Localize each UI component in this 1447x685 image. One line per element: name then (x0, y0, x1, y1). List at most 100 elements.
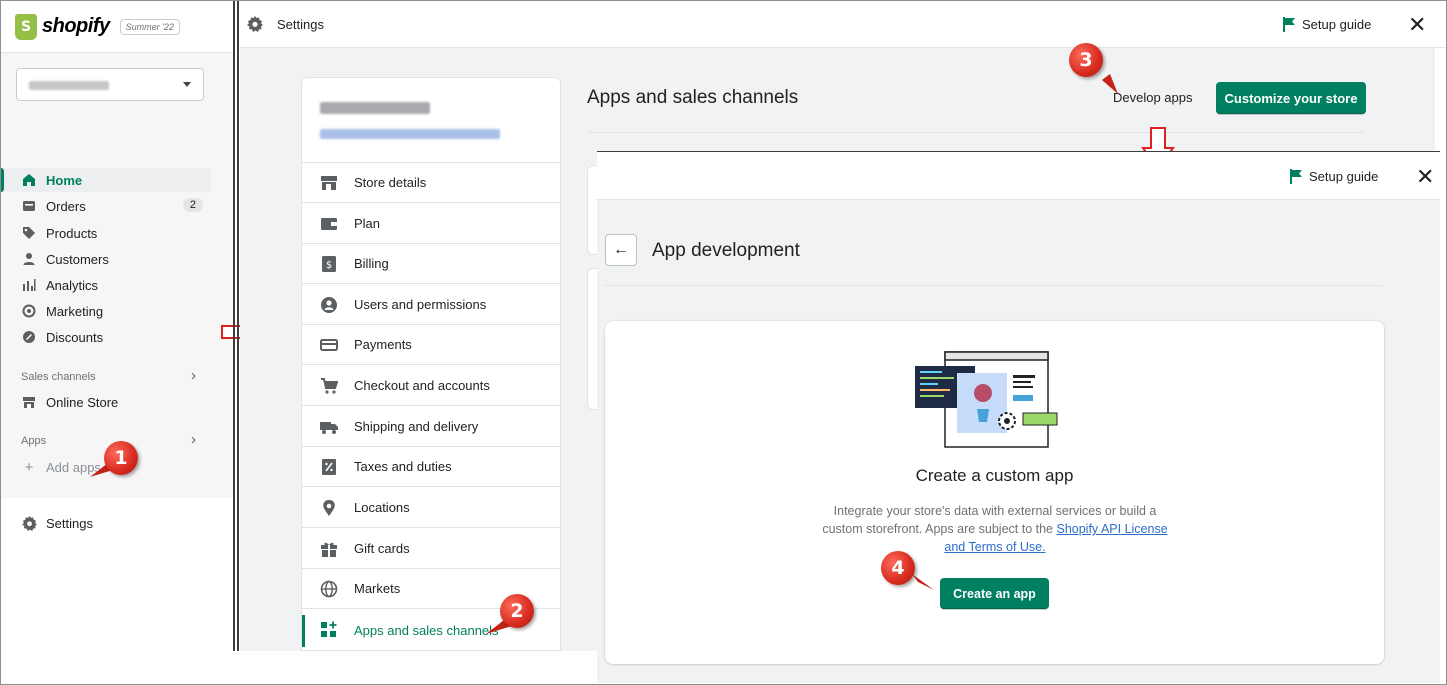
user-circle-icon (319, 295, 339, 315)
flag-icon (1283, 17, 1295, 32)
chevron-right-icon[interactable]: › (191, 367, 196, 384)
nav-item-discounts[interactable]: Discounts (1, 325, 211, 349)
nav-item-marketing[interactable]: Marketing (1, 299, 211, 323)
step-marker-1: 1 (104, 441, 138, 475)
admin-header: shopify Summer '22 (1, 1, 233, 53)
overlay-topbar: Setup guide ✕ (597, 152, 1440, 200)
brand-logo[interactable]: shopify (42, 15, 110, 38)
nav-label: Marketing (46, 303, 104, 319)
shopify-bag-icon (15, 13, 37, 40)
setup-guide-link[interactable]: Setup guide (1282, 17, 1371, 32)
nav-item-analytics[interactable]: Analytics (1, 273, 211, 297)
settings-menu: Store details Plan $ Billing Users and permi… (301, 77, 561, 651)
store-name-redacted (320, 102, 430, 114)
nav-item-online-store[interactable]: Online Store (1, 390, 211, 414)
settings-menu-item-plan[interactable]: Plan (302, 204, 561, 244)
plus-icon: + (24, 458, 34, 476)
nav-label: Analytics (46, 277, 99, 293)
store-info (302, 78, 560, 163)
orders-count-badge: 2 (182, 198, 203, 212)
nav-label: Home (46, 172, 83, 188)
payments-icon (319, 335, 339, 355)
settings-menu-label: Shipping and delivery (354, 419, 479, 434)
nav-label: Products (46, 225, 98, 241)
app-development-window: Setup guide ✕ ← App development Create a… (597, 151, 1440, 683)
settings-menu-item-billing[interactable]: $ Billing (302, 244, 561, 284)
storefront-icon (21, 394, 37, 410)
admin-sidebar: shopify Summer '22 Home Orders 2 Product… (1, 1, 234, 531)
person-icon (21, 251, 37, 267)
location-pin-icon (319, 498, 339, 518)
gear-icon (247, 16, 263, 35)
globe-icon (319, 579, 339, 599)
store-name-redacted (29, 81, 109, 90)
svg-text:$: $ (326, 260, 332, 271)
settings-menu-label: Payments (354, 337, 412, 352)
store-icon (319, 173, 339, 193)
settings-menu-label: Locations (354, 500, 410, 515)
nav-label: Online Store (46, 394, 119, 410)
page-title: Apps and sales channels (587, 87, 799, 108)
settings-topbar: Settings Setup guide ✕ (240, 1, 1445, 48)
create-app-button[interactable]: Create an app (940, 578, 1049, 609)
cart-icon (319, 376, 339, 396)
settings-menu-item-gift-cards[interactable]: Gift cards (302, 529, 561, 569)
setup-guide-link[interactable]: Setup guide (1289, 169, 1378, 184)
divider-line (233, 1, 235, 651)
nav-item-products[interactable]: Products (1, 221, 211, 245)
step-marker-4: 4 (881, 551, 915, 585)
nav-item-orders[interactable]: Orders 2 (1, 194, 211, 218)
back-button[interactable]: ← (605, 234, 637, 266)
settings-menu-label: Checkout and accounts (354, 378, 490, 393)
nav-label: Settings (46, 515, 93, 531)
apps-grid-icon (319, 620, 339, 640)
gift-icon (319, 539, 339, 559)
tax-icon (319, 457, 339, 477)
close-icon[interactable]: ✕ (1416, 166, 1434, 188)
settings-menu-label: Gift cards (354, 541, 410, 556)
settings-menu-label: Taxes and duties (354, 459, 452, 474)
store-selector[interactable] (16, 68, 204, 101)
nav-item-home[interactable]: Home (1, 168, 211, 192)
settings-menu-label: Apps and sales channels (354, 622, 499, 638)
settings-menu-item-shipping-and-delivery[interactable]: Shipping and delivery (302, 407, 561, 447)
tag-icon (21, 225, 37, 241)
chevron-down-icon (183, 82, 191, 87)
divider (605, 285, 1383, 286)
setup-guide-label: Setup guide (1302, 17, 1372, 32)
orders-icon (21, 198, 37, 214)
settings-menu-label: Markets (354, 581, 401, 596)
target-icon (21, 303, 37, 319)
settings-menu-item-locations[interactable]: Locations (302, 488, 561, 528)
nav-item-settings[interactable]: Settings (1, 511, 211, 535)
nav-item-customers[interactable]: Customers (1, 247, 211, 271)
settings-menu-item-checkout-and-accounts[interactable]: Checkout and accounts (302, 366, 561, 406)
chevron-right-icon[interactable]: › (191, 431, 196, 448)
settings-menu-label: Plan (354, 216, 381, 231)
custom-app-description: Integrate your store's data with externa… (815, 502, 1175, 556)
gear-icon (21, 515, 37, 531)
step-marker-3: 3 (1069, 43, 1103, 77)
sales-channels-heading: Sales channels (21, 371, 96, 383)
billing-icon: $ (319, 254, 339, 274)
settings-menu-label: Users and permissions (354, 297, 487, 312)
discount-icon (21, 329, 37, 345)
settings-menu-label: Store details (354, 175, 427, 190)
home-icon (21, 172, 37, 188)
custom-app-illustration-icon (915, 351, 1058, 448)
setup-guide-label: Setup guide (1309, 169, 1379, 184)
edition-badge: Summer '22 (119, 18, 180, 35)
divider (587, 132, 1365, 133)
flag-icon (1290, 169, 1302, 184)
store-url-redacted (320, 129, 500, 139)
settings-menu-item-store-details[interactable]: Store details (302, 163, 561, 203)
settings-menu-item-payments[interactable]: Payments (302, 325, 561, 365)
customize-store-button[interactable]: Customize your store (1216, 82, 1366, 114)
create-custom-app-card: Create a custom app Integrate your store… (605, 321, 1384, 664)
settings-menu-item-users-and-permissions[interactable]: Users and permissions (302, 285, 561, 325)
custom-app-heading: Create a custom app (915, 466, 1074, 485)
close-icon[interactable]: ✕ (1408, 14, 1426, 36)
settings-menu-item-taxes-and-duties[interactable]: Taxes and duties (302, 447, 561, 487)
nav-label: Orders (46, 198, 86, 214)
settings-title: Settings (277, 17, 324, 32)
